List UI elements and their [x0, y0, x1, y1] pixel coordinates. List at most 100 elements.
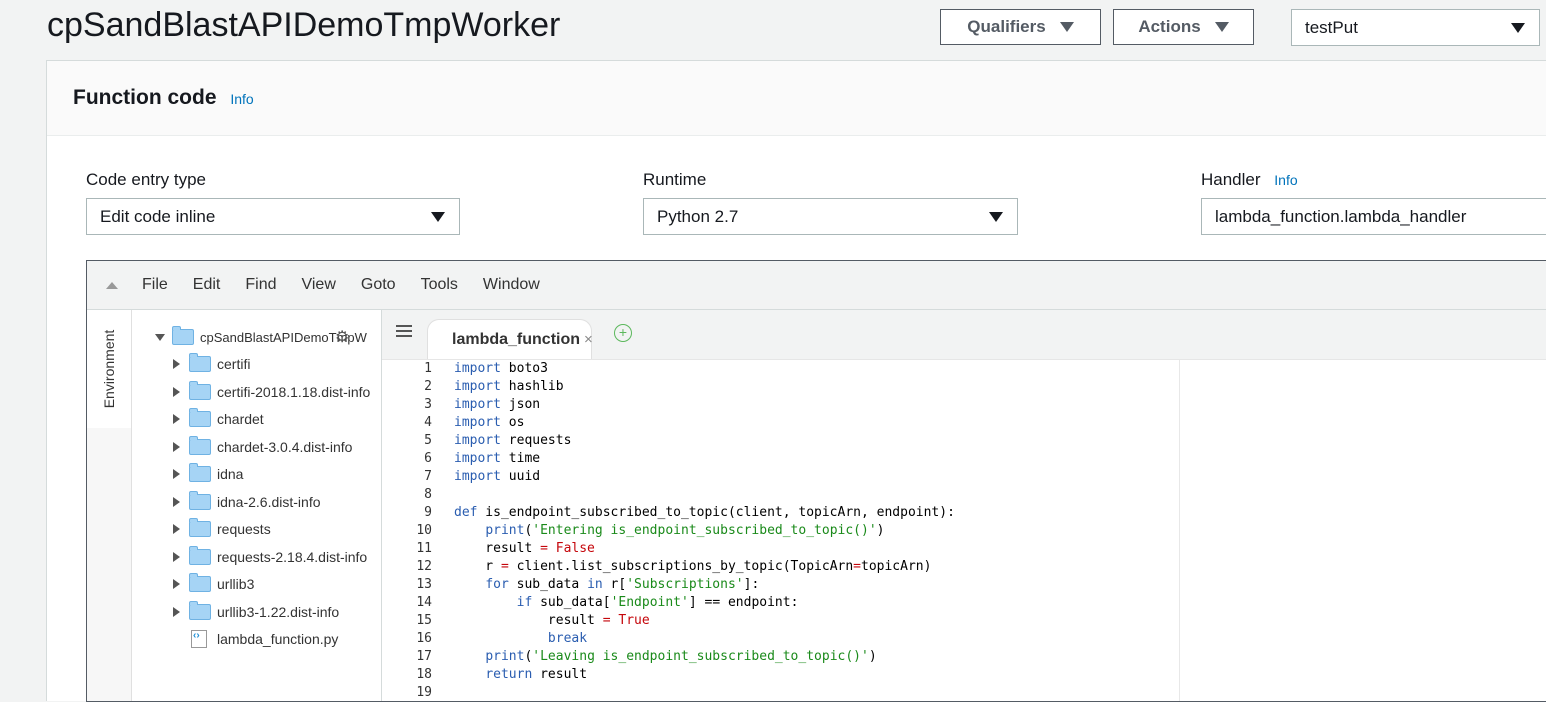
caret-down-icon[interactable]	[155, 333, 165, 341]
runtime-value: Python 2.7	[657, 206, 739, 226]
code-line[interactable]: import uuid	[454, 469, 540, 484]
line-number: 12	[416, 559, 432, 574]
line-number: 11	[416, 541, 432, 556]
close-icon[interactable]: ×	[584, 331, 593, 348]
tree-folder[interactable]: idna-2.6.dist-info	[173, 489, 321, 515]
code-line[interactable]: if sub_data['Endpoint'] == endpoint:	[454, 595, 799, 610]
line-number: 1	[424, 361, 432, 376]
caret-right-icon[interactable]	[173, 579, 180, 589]
line-number: 15	[416, 613, 432, 628]
tree-folder[interactable]: idna	[173, 461, 243, 487]
folder-label: chardet	[217, 411, 264, 427]
code-entry-type-select[interactable]: Edit code inline	[86, 198, 460, 235]
caret-right-icon[interactable]	[173, 469, 180, 479]
file-label: lambda_function.py	[217, 631, 339, 647]
code-entry-type-value: Edit code inline	[100, 206, 216, 226]
file-tree: cpSandBlastAPIDemoTmpW ⚙ certifi certifi…	[132, 310, 382, 701]
folder-icon	[189, 491, 211, 510]
tree-folder[interactable]: certifi	[173, 351, 250, 377]
menu-tools[interactable]: Tools	[421, 276, 458, 294]
code-line[interactable]: r = client.list_subscriptions_by_topic(T…	[454, 559, 931, 574]
line-number: 18	[416, 667, 432, 682]
code-line[interactable]: import os	[454, 415, 524, 430]
runtime-select[interactable]: Python 2.7	[643, 198, 1018, 235]
actions-button[interactable]: Actions	[1113, 9, 1254, 45]
caret-right-icon[interactable]	[173, 414, 180, 424]
tree-folder[interactable]: urllib3	[173, 571, 254, 597]
handler-value: lambda_function.lambda_handler	[1215, 206, 1467, 226]
tree-folder[interactable]: urllib3-1.22.dist-info	[173, 599, 339, 625]
code-line[interactable]: import time	[454, 451, 540, 466]
caret-right-icon[interactable]	[173, 359, 180, 369]
editor-tabbar: lambda_function × +	[382, 310, 1546, 360]
menu-view[interactable]: View	[301, 276, 335, 294]
code-line[interactable]: result = True	[454, 613, 650, 628]
code-line[interactable]: import boto3	[454, 361, 548, 376]
code-line[interactable]: for sub_data in r['Subscriptions']:	[454, 577, 759, 592]
menu-file[interactable]: File	[142, 276, 168, 294]
caret-down-icon	[1214, 22, 1229, 32]
handler-label: Handler Info	[1201, 170, 1298, 190]
test-event-select[interactable]: testPut	[1291, 9, 1540, 46]
code-line[interactable]: print('Entering is_endpoint_subscribed_t…	[454, 523, 884, 538]
caret-right-icon[interactable]	[173, 497, 180, 507]
code-area[interactable]: import boto3 import hashlib import json imp…	[448, 360, 1546, 701]
tab-list-icon[interactable]	[396, 325, 412, 339]
code-line[interactable]: result = False	[454, 541, 595, 556]
tree-folder[interactable]: chardet-3.0.4.dist-info	[173, 434, 352, 460]
print-margin	[1179, 360, 1180, 701]
line-number: 6	[424, 451, 432, 466]
caret-right-icon[interactable]	[173, 387, 180, 397]
code-line[interactable]: import json	[454, 397, 540, 412]
tree-folder[interactable]: certifi-2018.1.18.dist-info	[173, 379, 370, 405]
code-line[interactable]: def is_endpoint_subscribed_to_topic(clie…	[454, 505, 955, 520]
folder-icon	[189, 353, 211, 372]
tree-root[interactable]: cpSandBlastAPIDemoTmpW ⚙	[155, 324, 367, 350]
handler-label-text: Handler	[1201, 170, 1261, 189]
caret-right-icon[interactable]	[173, 607, 180, 617]
menu-goto[interactable]: Goto	[361, 276, 396, 294]
folder-label: certifi	[217, 356, 251, 372]
handler-input[interactable]: lambda_function.lambda_handler	[1201, 198, 1546, 235]
code-line[interactable]: print('Leaving is_endpoint_subscribed_to…	[454, 649, 876, 664]
line-number: 17	[416, 649, 432, 664]
tree-folder[interactable]: requests-2.18.4.dist-info	[173, 544, 367, 570]
folder-label: chardet-3.0.4.dist-info	[217, 439, 353, 455]
code-line[interactable]: return result	[454, 667, 587, 682]
line-number: 7	[424, 469, 432, 484]
qualifiers-label: Qualifiers	[967, 17, 1046, 36]
folder-label: certifi-2018.1.18.dist-info	[217, 384, 371, 400]
caret-right-icon[interactable]	[173, 524, 180, 534]
code-line[interactable]: break	[454, 631, 587, 646]
qualifiers-button[interactable]: Qualifiers	[940, 9, 1101, 45]
caret-right-icon[interactable]	[173, 442, 180, 452]
folder-label: requests-2.18.4.dist-info	[217, 549, 368, 565]
menu-edit[interactable]: Edit	[193, 276, 221, 294]
add-tab-icon[interactable]: +	[614, 324, 632, 342]
tree-folder[interactable]: chardet	[173, 406, 264, 432]
menu-find[interactable]: Find	[245, 276, 276, 294]
tree-file[interactable]: lambda_function.py	[191, 626, 338, 652]
info-link[interactable]: Info	[230, 91, 253, 107]
caret-right-icon[interactable]	[173, 552, 180, 562]
folder-label: urllib3	[217, 576, 255, 592]
function-code-panel: Function code Info Code entry type Edit …	[46, 60, 1546, 702]
folder-icon	[189, 436, 211, 455]
folder-icon	[189, 463, 211, 482]
tab-lambda-function[interactable]: lambda_function ×	[427, 319, 593, 359]
line-number: 3	[424, 397, 432, 412]
tree-folder[interactable]: requests	[173, 516, 271, 542]
python-file-icon	[191, 630, 207, 648]
menu-window[interactable]: Window	[483, 276, 540, 294]
collapse-up-icon[interactable]	[106, 281, 118, 289]
tab-label: lambda_function	[452, 330, 581, 348]
code-line[interactable]: import requests	[454, 433, 571, 448]
code-line[interactable]: import hashlib	[454, 379, 564, 394]
gear-icon[interactable]: ⚙	[335, 327, 349, 347]
editor-pane: lambda_function × + 1 2 3 4 5 6 7 8 9 10	[382, 310, 1546, 701]
folder-icon	[172, 326, 194, 345]
handler-info-link[interactable]: Info	[1274, 172, 1297, 188]
code-view[interactable]: 1 2 3 4 5 6 7 8 9 10 11 12 13 14 15 16 1	[382, 360, 1546, 701]
environment-tab[interactable]: Environment	[87, 310, 132, 429]
test-event-value: testPut	[1305, 17, 1358, 37]
